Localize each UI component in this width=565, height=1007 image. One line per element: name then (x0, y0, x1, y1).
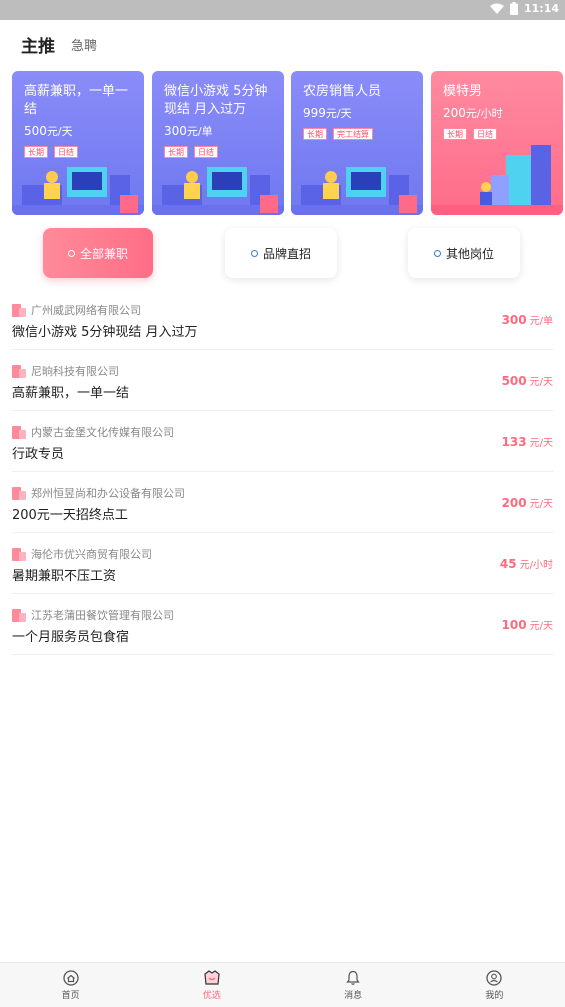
circle-icon (433, 249, 441, 257)
company-name: 内蒙古金堡文化传媒有限公司 (31, 426, 174, 439)
banner-tags: 长期 完工结算 (303, 128, 373, 140)
tab-label: 消息 (344, 990, 363, 1001)
banner-card[interactable]: 微信小游戏 5分钟现结 月入过万 300元/单 长期 日结 (152, 71, 284, 215)
company-name: 广州威武网络有限公司 (31, 304, 141, 317)
job-title: 200元一天招终点工 (12, 508, 128, 523)
banner-title: 模特男 (443, 84, 483, 99)
selected-icon (204, 969, 220, 985)
company-name: 海伦市优兴商贸有限公司 (31, 548, 152, 561)
job-salary: 200 元/天 (501, 496, 553, 510)
tab-urgent[interactable]: 急聘 (71, 35, 97, 54)
tag: 完工结算 (333, 128, 373, 140)
job-salary: 100 元/天 (501, 618, 553, 632)
job-salary: 45 元/小时 (499, 557, 553, 571)
header: 主推 急聘 (0, 20, 565, 66)
job-salary: 300 元/单 (501, 313, 553, 327)
company-name: 尼晌科技有限公司 (31, 365, 119, 378)
wifi-icon (489, 3, 504, 14)
tab-label: 优选 (202, 990, 221, 1001)
banner-title: 微信小游戏 5分钟现结 月入过万 (164, 84, 268, 117)
filter-all-parttime[interactable]: 全部兼职 (43, 228, 153, 278)
office-illustration (152, 167, 284, 215)
tab-home[interactable]: 首页 (0, 963, 141, 1007)
tab-main-push[interactable]: 主推 (21, 32, 55, 57)
banner-salary: 999元/天 (303, 106, 352, 120)
banner-card[interactable]: 高薪兼职，一单一结 500元/天 长期 日结 (12, 71, 144, 215)
filter-label: 其他岗位 (445, 246, 494, 261)
banner-salary: 200元/小时 (443, 106, 503, 120)
company: 郑州恒昱尚和办公设备有限公司 (12, 485, 185, 501)
status-bar: 11:14 (0, 0, 565, 20)
tab-profile[interactable]: 我的 (424, 963, 565, 1007)
company-icon (12, 303, 26, 317)
tag: 长期 (443, 128, 467, 140)
company-name: 郑州恒昱尚和办公设备有限公司 (31, 487, 185, 500)
profile-icon (486, 969, 503, 986)
banner-card[interactable]: 农房销售人员 999元/天 长期 完工结算 (291, 71, 423, 215)
job-salary: 500 元/天 (501, 374, 553, 388)
tag: 长期 (303, 128, 327, 140)
tag: 日结 (473, 128, 497, 140)
city-illustration (431, 145, 563, 215)
battery-icon (509, 2, 518, 15)
company: 内蒙古金堡文化传媒有限公司 (12, 424, 174, 440)
tab-selected[interactable]: 优选 (141, 963, 282, 1007)
list-item[interactable]: 尼晌科技有限公司 高薪兼职，一单一结 500 元/天 (12, 350, 553, 411)
company-icon (12, 486, 26, 500)
banner-salary: 300元/单 (164, 124, 213, 138)
company-icon (12, 608, 26, 622)
job-title: 微信小游戏 5分钟现结 月入过万 (12, 325, 198, 340)
office-illustration (291, 167, 423, 215)
job-title: 高薪兼职，一单一结 (12, 386, 130, 401)
company: 江苏老蒲田餐饮管理有限公司 (12, 607, 174, 623)
company-icon (12, 425, 26, 439)
list-item[interactable]: 海伦市优兴商贸有限公司 暑期兼职不压工资 45 元/小时 (12, 533, 553, 594)
home-icon (62, 969, 79, 986)
office-illustration (12, 167, 144, 215)
job-title: 暑期兼职不压工资 (12, 569, 117, 584)
company-icon (12, 364, 26, 378)
job-list: 广州威武网络有限公司 微信小游戏 5分钟现结 月入过万 300 元/单 尼晌科技有… (12, 289, 553, 655)
filter-other-positions[interactable]: 其他岗位 (408, 228, 520, 278)
company: 尼晌科技有限公司 (12, 363, 119, 379)
tab-messages[interactable]: 消息 (283, 963, 424, 1007)
banner-tags: 长期 日结 (443, 128, 497, 140)
job-title: 行政专员 (12, 447, 65, 462)
filter-label: 品牌直招 (262, 246, 311, 261)
list-item[interactable]: 广州威武网络有限公司 微信小游戏 5分钟现结 月入过万 300 元/单 (12, 289, 553, 350)
banner-title: 高薪兼职，一单一结 (24, 84, 129, 117)
banner-title: 农房销售人员 (303, 84, 382, 99)
bell-icon (346, 970, 360, 985)
circle-icon (67, 249, 75, 257)
list-item[interactable]: 内蒙古金堡文化传媒有限公司 行政专员 133 元/天 (12, 411, 553, 472)
company: 广州威武网络有限公司 (12, 302, 141, 318)
tab-label: 首页 (61, 990, 80, 1001)
status-icons: 11:14 (489, 2, 559, 15)
banner-card[interactable]: 模特男 200元/小时 长期 日结 (431, 71, 563, 215)
filter-bar: 全部兼职 品牌直招 其他岗位 (0, 228, 565, 280)
company-name: 江苏老蒲田餐饮管理有限公司 (31, 609, 174, 622)
tab-label: 我的 (485, 990, 504, 1001)
banner-carousel[interactable]: 高薪兼职，一单一结 500元/天 长期 日结 微信小游戏 5分钟现结 月入过万 … (12, 71, 565, 215)
status-time: 11:14 (523, 2, 559, 15)
filter-label: 全部兼职 (79, 246, 128, 261)
job-title: 一个月服务员包食宿 (12, 630, 130, 645)
filter-brand-direct[interactable]: 品牌直招 (225, 228, 337, 278)
bottom-tab-bar: 首页 优选 消息 我的 (0, 962, 565, 1007)
circle-icon (250, 249, 258, 257)
banner-salary: 500元/天 (24, 124, 73, 138)
list-item[interactable]: 江苏老蒲田餐饮管理有限公司 一个月服务员包食宿 100 元/天 (12, 594, 553, 655)
company: 海伦市优兴商贸有限公司 (12, 546, 152, 562)
company-icon (12, 547, 26, 561)
job-salary: 133 元/天 (501, 435, 553, 449)
list-item[interactable]: 郑州恒昱尚和办公设备有限公司 200元一天招终点工 200 元/天 (12, 472, 553, 533)
